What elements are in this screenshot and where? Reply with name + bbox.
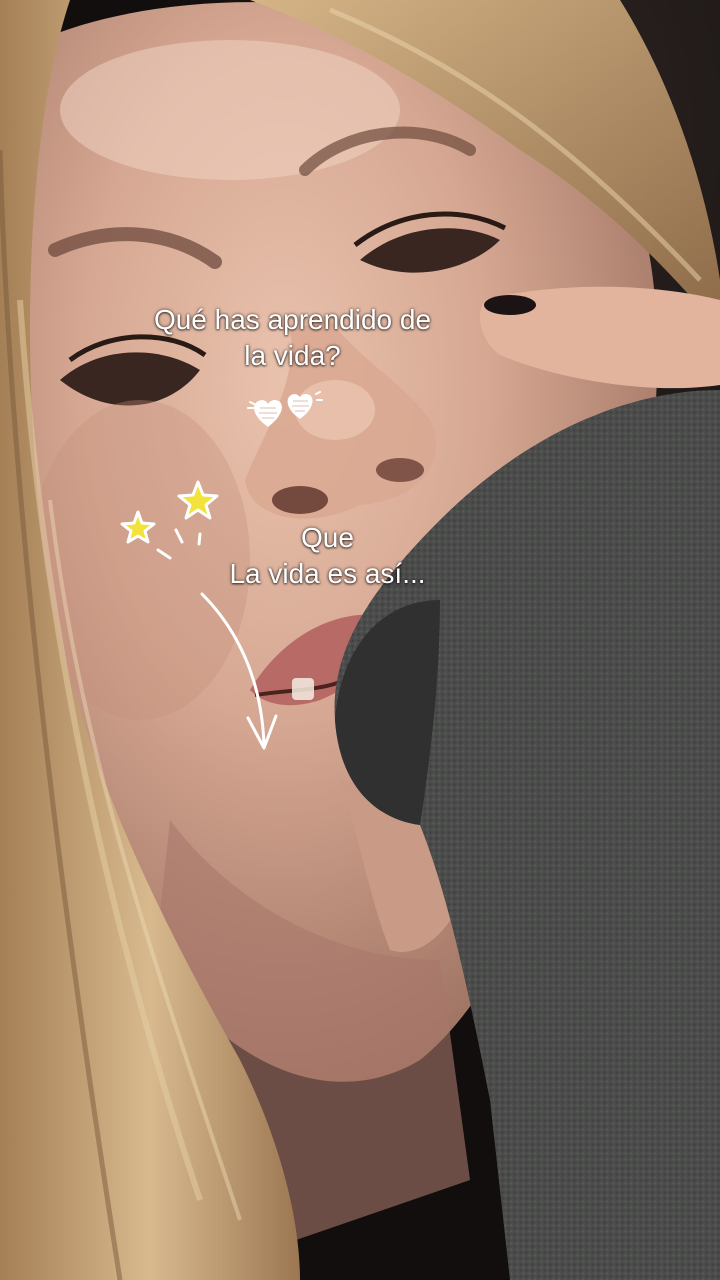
portrait-photo xyxy=(0,0,720,1280)
question-caption: Qué has aprendido de la vida? xyxy=(120,302,465,374)
video-frame: Qué has aprendido de la vida? Que La vid… xyxy=(0,0,720,1280)
hearts-doodle-icon xyxy=(247,391,323,427)
question-line-1: Qué has aprendido de xyxy=(153,304,432,335)
curved-arrow-doodle-icon xyxy=(200,592,278,750)
answer-line-1: Que xyxy=(301,522,354,553)
answer-caption: Que La vida es así... xyxy=(185,520,470,592)
question-line-2: la vida? xyxy=(244,340,341,371)
stars-doodle-icon xyxy=(120,480,219,560)
answer-line-2: La vida es así... xyxy=(229,558,426,589)
